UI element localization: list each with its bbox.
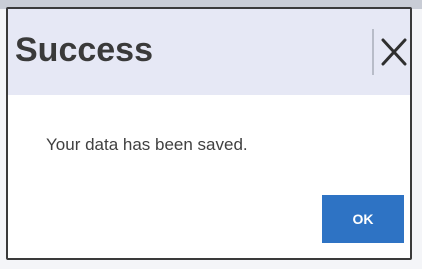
dialog-title: Success bbox=[15, 31, 153, 69]
close-icon bbox=[381, 38, 407, 66]
dialog-header: Success bbox=[8, 9, 410, 95]
ok-button[interactable]: OK bbox=[322, 195, 404, 243]
screen: Success Your data has been saved. OK bbox=[0, 0, 422, 269]
close-button[interactable] bbox=[380, 35, 408, 69]
dialog-message: Your data has been saved. bbox=[46, 135, 248, 154]
header-divider bbox=[372, 29, 374, 75]
success-dialog: Success Your data has been saved. OK bbox=[6, 7, 412, 260]
